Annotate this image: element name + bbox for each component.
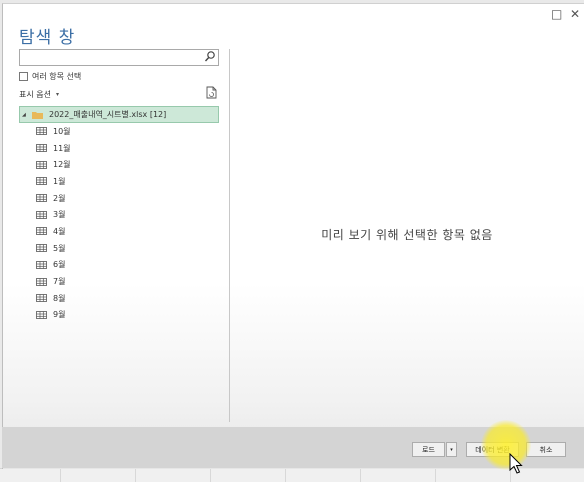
- multi-select-label: 여러 항목 선택: [32, 72, 82, 81]
- table-icon: [36, 177, 47, 186]
- expand-arrow-icon[interactable]: ◢: [22, 112, 29, 118]
- tree-sheet-label: 6월: [53, 260, 66, 270]
- tree-sheet-item[interactable]: 3월: [19, 206, 219, 223]
- table-icon: [36, 294, 47, 303]
- tree-sheet-label: 2월: [53, 193, 66, 203]
- tree-sheet-item[interactable]: 11월: [19, 140, 219, 157]
- tree-sheet-item[interactable]: 10월: [19, 123, 219, 140]
- tree-sheet-item[interactable]: 8월: [19, 290, 219, 307]
- table-icon: [36, 227, 47, 236]
- tree-sheet-label: 1월: [53, 176, 66, 186]
- table-icon: [36, 277, 47, 286]
- display-options-label: 표시 옵션: [19, 90, 51, 99]
- tree-root-workbook[interactable]: ◢ 2022_매출내역_시트별.xlsx [12]: [19, 106, 219, 123]
- table-icon: [36, 210, 47, 219]
- tree-sheet-label: 7월: [53, 277, 66, 287]
- mouse-cursor-icon: [509, 453, 523, 474]
- tree-sheet-label: 3월: [53, 210, 66, 220]
- table-icon: [36, 144, 47, 152]
- tree-sheet-item[interactable]: 9월: [19, 307, 219, 324]
- tree-sheet-label: 10월: [53, 126, 71, 136]
- tree-sheet-item[interactable]: 2월: [19, 190, 219, 207]
- multi-select-toggle[interactable]: 여러 항목 선택: [19, 71, 81, 82]
- tree-sheet-label: 12월: [53, 160, 71, 170]
- preview-empty-message: 미리 보기 위해 선택한 항목 없음: [321, 228, 493, 242]
- table-icon: [36, 260, 47, 269]
- folder-icon: [32, 111, 43, 119]
- maximize-icon[interactable]: □: [551, 7, 562, 21]
- cancel-button[interactable]: 취소: [526, 442, 566, 457]
- tree-sheet-label: 11월: [53, 143, 71, 153]
- chevron-down-icon: ▾: [55, 91, 59, 98]
- background-spreadsheet: [0, 468, 584, 482]
- multi-select-checkbox[interactable]: [19, 72, 28, 81]
- tree-sheet-item[interactable]: 4월: [19, 223, 219, 240]
- table-icon: [36, 244, 47, 253]
- load-dropdown-button[interactable]: ▾: [446, 442, 457, 457]
- table-icon: [36, 194, 47, 202]
- tree-sheet-label: 8월: [53, 293, 66, 303]
- search-icon[interactable]: [204, 50, 216, 63]
- tree-root-label: 2022_매출내역_시트별.xlsx [12]: [49, 110, 167, 119]
- load-button[interactable]: 로드: [412, 442, 445, 457]
- dialog-title: 탐색 창: [19, 28, 76, 48]
- tree-sheet-item[interactable]: 12월: [19, 156, 219, 173]
- table-icon: [36, 160, 47, 169]
- navigator-tree: ◢ 2022_매출내역_시트별.xlsx [12] 10월 11월 12월 1월 2월 3…: [19, 106, 219, 323]
- tree-sheet-item[interactable]: 5월: [19, 240, 219, 257]
- tree-sheet-item[interactable]: 1월: [19, 173, 219, 190]
- tree-sheet-label: 4월: [53, 226, 66, 236]
- refresh-document-icon[interactable]: [206, 86, 217, 99]
- display-options-dropdown[interactable]: 표시 옵션 ▾: [19, 89, 59, 100]
- tree-sheet-item[interactable]: 7월: [19, 273, 219, 290]
- tree-sheet-item[interactable]: 6월: [19, 257, 219, 274]
- tree-sheet-label: 9월: [53, 310, 66, 320]
- sheet-list: 10월 11월 12월 1월 2월 3월 4월 5월 6월 7월 8월 9월: [19, 123, 219, 323]
- table-icon: [36, 127, 47, 136]
- panel-divider[interactable]: [229, 49, 230, 422]
- close-icon[interactable]: ✕: [570, 7, 580, 21]
- search-input[interactable]: [19, 49, 219, 66]
- table-icon: [36, 311, 47, 319]
- tree-sheet-label: 5월: [53, 243, 66, 253]
